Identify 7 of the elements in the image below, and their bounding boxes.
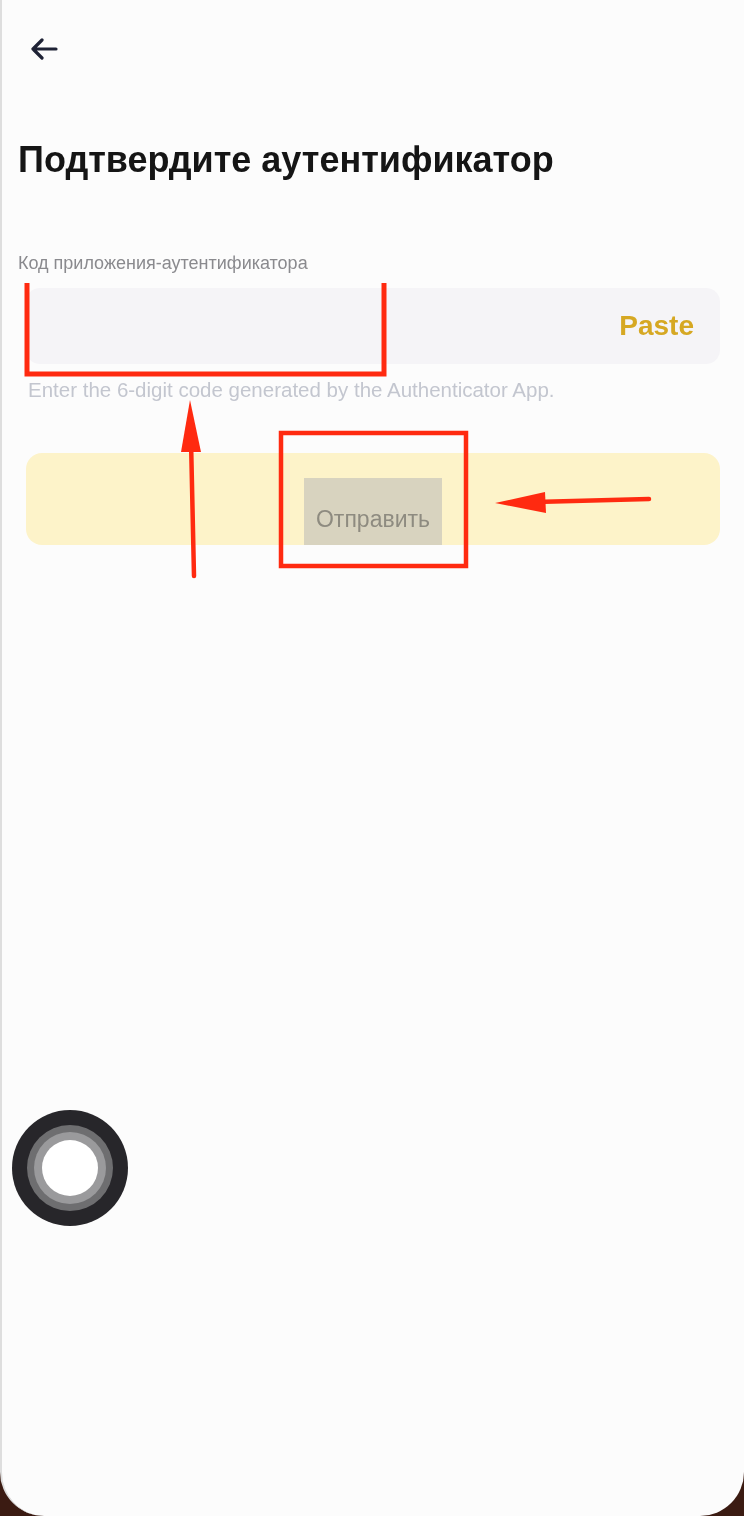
floating-ring-button[interactable] xyxy=(12,1110,128,1226)
paste-button[interactable]: Paste xyxy=(619,309,694,343)
page-title: Подтвердите аутентификатор xyxy=(18,138,555,182)
back-arrow-icon xyxy=(30,38,58,60)
back-button[interactable] xyxy=(30,38,58,60)
field-hint: Enter the 6-digit code generated by the Authenticator App. xyxy=(28,377,556,403)
field-label: Код приложения-аутентификатора xyxy=(18,252,309,274)
